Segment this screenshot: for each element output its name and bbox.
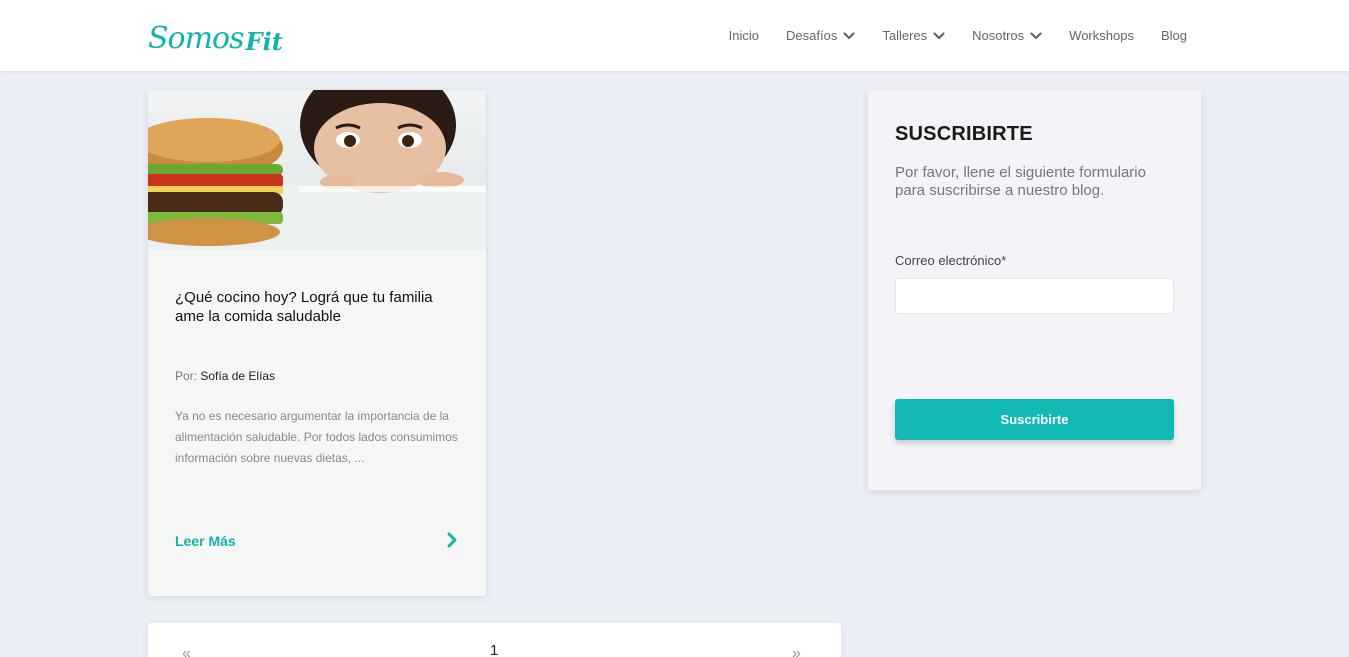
author-prefix: Por:: [175, 369, 198, 383]
pagination-next-button[interactable]: »: [792, 645, 801, 657]
subscribe-description: Por favor, llene el siguiente formulario…: [895, 164, 1146, 199]
pagination: « 1 »: [148, 623, 841, 657]
post-author-line: Por: Sofía de Elías: [175, 369, 275, 383]
nav-item-talleres[interactable]: Talleres: [882, 28, 945, 43]
post-excerpt: Ya no es necesario argumentar la importa…: [175, 409, 458, 465]
email-field[interactable]: [895, 278, 1174, 314]
somosfit-logo[interactable]: Somos Fit: [148, 12, 283, 56]
chevron-down-icon: [1030, 31, 1042, 39]
pagination-page-number[interactable]: 1: [490, 642, 498, 657]
nav-item-workshops[interactable]: Workshops: [1069, 28, 1134, 43]
subscribe-panel: SUSCRIBIRTE Por favor, llene el siguient…: [868, 90, 1201, 490]
nav-item-nosotros[interactable]: Nosotros: [972, 28, 1042, 43]
nav-label: Nosotros: [972, 28, 1025, 43]
nav-item-blog[interactable]: Blog: [1161, 28, 1187, 43]
nav-label: Inicio: [728, 28, 760, 43]
post-title[interactable]: ¿Qué cocino hoy? Lográ que tu familia am…: [175, 288, 465, 326]
logo-text-somos: Somos: [148, 21, 245, 56]
logo-text-fit: Fit: [245, 27, 283, 56]
nav-item-desafios[interactable]: Desafíos: [786, 28, 855, 43]
chevron-right-icon[interactable]: [445, 532, 459, 548]
nav-label: Talleres: [882, 28, 928, 43]
chevron-down-icon: [843, 31, 855, 39]
post-thumbnail-image[interactable]: [148, 90, 486, 250]
email-label: Correo electrónico*: [895, 253, 1007, 268]
pagination-prev-button[interactable]: «: [182, 645, 191, 657]
nav-label: Blog: [1160, 28, 1187, 43]
subscribe-button[interactable]: Suscribirte: [895, 399, 1174, 440]
chevron-down-icon: [933, 31, 945, 39]
nav-label: Desafíos: [786, 28, 838, 43]
child-and-burger-illustration: [148, 90, 486, 250]
author-name: Sofía de Elías: [200, 369, 276, 383]
site-header: Somos Fit Inicio Desafíos Talleres Nosot…: [0, 0, 1349, 71]
blog-post-card: ¿Qué cocino hoy? Lográ que tu familia am…: [148, 90, 486, 596]
subscribe-title: SUSCRIBIRTE: [895, 123, 1033, 145]
nav-item-inicio[interactable]: Inicio: [729, 28, 759, 43]
nav-label: Workshops: [1069, 28, 1134, 43]
read-more-link[interactable]: Leer Más: [175, 533, 236, 549]
main-nav: Inicio Desafíos Talleres Nosotros Worksh…: [702, 0, 1187, 71]
